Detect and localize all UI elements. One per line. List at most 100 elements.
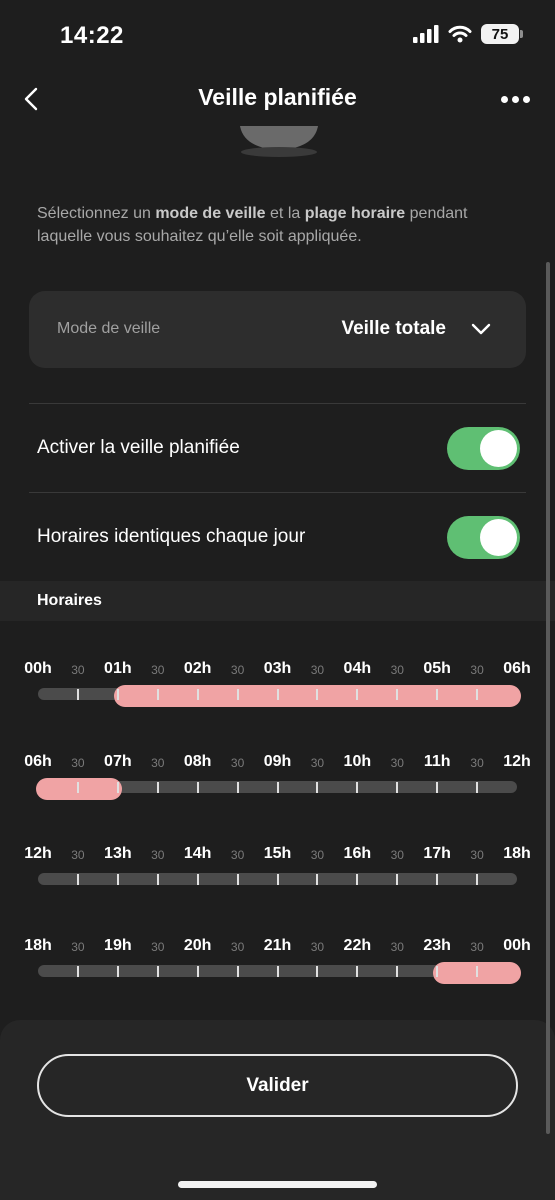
half-hour-label: 30 [71, 940, 85, 954]
toggle-row-enable-schedule: Activer la veille planifiée [29, 404, 526, 492]
timeline-tick [156, 966, 159, 977]
hour-label: 22h [343, 937, 372, 954]
toggle-row-same-hours: Horaires identiques chaque jour [29, 493, 526, 581]
status-bar: 14:22 75 [0, 0, 555, 72]
hour-label: 20h [183, 937, 212, 954]
timeline-tick [236, 689, 239, 700]
half-hour-label: 30 [310, 756, 325, 770]
timeline-tick [116, 874, 119, 885]
half-hour-label: 30 [390, 848, 404, 862]
timeline-tick [476, 966, 479, 977]
hour-label: 17h [423, 845, 451, 862]
half-hour-label: 30 [71, 756, 85, 770]
hour-label: 07h [104, 753, 132, 770]
timeline-tick [236, 874, 239, 885]
half-hour-label: 30 [230, 663, 245, 677]
half-hour-label: 30 [151, 848, 165, 862]
timeline-06-12[interactable]: 06h 30 07h 30 08h 30 09h 30 10h 30 11h 30 12h [22, 753, 535, 813]
timeline-18-24[interactable]: 18h 30 19h 30 20h 30 21h 30 22h 30 23h 30 00h [22, 937, 535, 997]
timeline-tick [396, 689, 399, 700]
hour-label: 23h [423, 937, 451, 954]
scrollbar[interactable] [546, 262, 550, 1134]
timeline-tick [196, 782, 199, 793]
half-hour-label: 30 [151, 663, 165, 677]
timeline-tick [476, 689, 479, 700]
enable-schedule-toggle[interactable] [447, 427, 520, 470]
more-options-button[interactable] [495, 84, 535, 114]
timeline-tick [196, 874, 199, 885]
battery-indicator: 75 [481, 24, 523, 44]
hour-label: 21h [263, 937, 292, 954]
timeline-tick [276, 874, 279, 885]
hour-label: 02h [183, 660, 212, 677]
timeline-tick [316, 874, 319, 885]
wifi-icon [448, 25, 472, 43]
half-hour-label: 30 [230, 756, 245, 770]
selected-time-range[interactable] [36, 778, 122, 800]
timeline-tick [396, 782, 399, 793]
timeline-tick [316, 782, 319, 793]
half-hour-label: 30 [390, 756, 404, 770]
hour-label: 10h [343, 753, 372, 770]
device-illustration [240, 126, 318, 157]
half-hour-label: 30 [310, 848, 325, 862]
timeline-tick [436, 874, 439, 885]
timeline-12-18[interactable]: 12h 30 13h 30 14h 30 15h 30 16h 30 17h 30 18h [22, 845, 535, 905]
half-hour-label: 30 [390, 663, 404, 677]
timeline-tick [356, 782, 359, 793]
hour-label: 18h [503, 845, 531, 862]
hour-label: 13h [104, 845, 132, 862]
hour-label: 14h [183, 845, 212, 862]
status-icons: 75 [413, 24, 523, 44]
hour-label: 12h [24, 845, 52, 862]
timeline-tick [276, 689, 279, 700]
validate-button[interactable]: Valider [37, 1054, 518, 1117]
half-hour-label: 30 [470, 940, 484, 954]
timeline-tick [116, 782, 119, 793]
timeline-tick [76, 689, 79, 700]
chevron-down-icon [471, 323, 491, 335]
timeline-tick [356, 874, 359, 885]
sleep-mode-value: Veille totale [341, 318, 446, 339]
hour-label: 16h [343, 845, 372, 862]
timeline-tick [356, 966, 359, 977]
timeline-tick [316, 966, 319, 977]
sleep-mode-label: Mode de veille [57, 320, 161, 337]
half-hour-label: 30 [151, 940, 165, 954]
hour-label: 18h [24, 937, 52, 954]
half-hour-label: 30 [470, 848, 484, 862]
half-hour-label: 30 [470, 756, 484, 770]
sleep-mode-selector[interactable]: Mode de veille Veille totale [29, 291, 526, 368]
hour-label: 01h [104, 660, 132, 677]
description-text: Sélectionnez un mode de veille et la pla… [37, 205, 468, 245]
timeline-tick [436, 782, 439, 793]
nav-bar: Veille planifiée [0, 72, 555, 126]
hour-label: 08h [183, 753, 212, 770]
signal-icon [413, 25, 439, 43]
timeline-tick [76, 966, 79, 977]
timeline-tick [356, 689, 359, 700]
hour-label: 00h [503, 937, 531, 954]
timeline-tick [196, 689, 199, 700]
timeline-tick [156, 782, 159, 793]
half-hour-label: 30 [151, 756, 165, 770]
half-hour-label: 30 [390, 940, 404, 954]
timeline-tick [436, 966, 439, 977]
half-hour-label: 30 [71, 848, 85, 862]
half-hour-label: 30 [310, 940, 325, 954]
hour-label: 12h [503, 753, 531, 770]
timeline-tick [236, 966, 239, 977]
timeline-tick [276, 966, 279, 977]
same-hours-toggle[interactable] [447, 516, 520, 559]
timeline-tick [76, 782, 79, 793]
more-dots-icon [500, 95, 508, 103]
half-hour-label: 30 [310, 663, 325, 677]
toggle-label: Activer la veille planifiée [37, 437, 240, 458]
timeline-tick [196, 966, 199, 977]
timeline-00-06[interactable]: 00h 30 01h 30 02h 30 03h 30 04h 30 05h 30 06h [22, 660, 535, 720]
timeline-tick [76, 874, 79, 885]
hour-label: 00h [24, 660, 52, 677]
timeline-tick [276, 782, 279, 793]
hour-label: 11h [423, 753, 451, 770]
timeline-tick [316, 689, 319, 700]
